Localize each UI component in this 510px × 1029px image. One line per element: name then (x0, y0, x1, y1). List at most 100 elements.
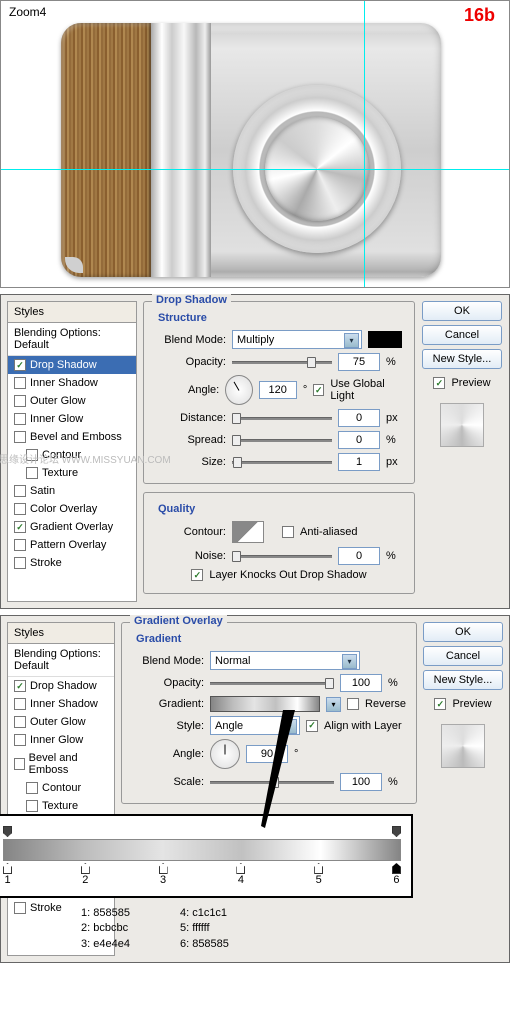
distance-slider[interactable] (232, 410, 332, 426)
ok-button[interactable]: OK (423, 622, 503, 642)
checkbox-icon[interactable] (14, 485, 26, 497)
layer-style-dialog-gradient: Styles Blending Options: Default Drop Sh… (0, 615, 510, 963)
blending-options[interactable]: Blending Options: Default (8, 323, 136, 356)
style-pattern-overlay[interactable]: Pattern Overlay (8, 536, 136, 554)
noise-slider[interactable] (232, 548, 332, 564)
color-stop[interactable]: 4 (236, 863, 245, 886)
label: Opacity: (132, 677, 204, 689)
scale-input[interactable]: 100 (340, 773, 382, 791)
style-inner-shadow[interactable]: Inner Shadow (8, 374, 136, 392)
style-texture[interactable]: Texture (8, 464, 136, 482)
size-input[interactable]: 1 (338, 453, 380, 471)
color-stop[interactable]: 3 (159, 863, 168, 886)
cancel-button[interactable]: Cancel (422, 325, 502, 345)
global-light-checkbox[interactable] (313, 384, 324, 396)
opacity-stop-icon[interactable] (392, 826, 401, 837)
checkbox-icon[interactable] (14, 539, 26, 551)
checkbox-icon[interactable] (14, 521, 26, 533)
antialias-checkbox[interactable] (282, 526, 294, 538)
style-bevel-emboss[interactable]: Bevel and Emboss (8, 749, 114, 779)
label: Gradient: (132, 698, 204, 710)
gradient-picker[interactable] (210, 696, 320, 712)
style-inner-glow[interactable]: Inner Glow (8, 410, 136, 428)
group-title: Gradient Overlay (130, 615, 227, 627)
spread-input[interactable]: 0 (338, 431, 380, 449)
chevron-down-icon[interactable]: ▾ (326, 697, 341, 712)
style-drop-shadow[interactable]: Drop Shadow (8, 677, 114, 695)
blend-mode-select[interactable]: Normal▾ (210, 651, 360, 670)
style-outer-glow[interactable]: Outer Glow (8, 713, 114, 731)
gradient-editor[interactable]: 1 2 3 4 5 6 (0, 814, 413, 898)
preview-checkbox[interactable] (433, 377, 445, 389)
checkbox-icon[interactable] (14, 758, 25, 770)
style-contour[interactable]: Contour (8, 779, 114, 797)
style-inner-shadow[interactable]: Inner Shadow (8, 695, 114, 713)
checkbox-icon[interactable] (14, 902, 26, 914)
contour-picker[interactable] (232, 521, 264, 543)
watermark: 思缘设计论坛 WWW.MISSYUAN.COM (0, 451, 171, 466)
label: Opacity: (154, 356, 226, 368)
label: Style: (132, 720, 204, 732)
angle-input[interactable]: 120 (259, 381, 297, 399)
checkbox-icon[interactable] (14, 503, 26, 515)
opacity-slider[interactable] (210, 675, 334, 691)
new-style-button[interactable]: New Style... (423, 670, 503, 690)
ok-button[interactable]: OK (422, 301, 502, 321)
color-stop[interactable]: 6 (392, 863, 401, 886)
checkbox-icon[interactable] (14, 395, 26, 407)
spread-slider[interactable] (232, 432, 332, 448)
label: Blend Mode: (154, 334, 226, 346)
opacity-slider[interactable] (232, 354, 332, 370)
checkbox-icon[interactable] (14, 431, 26, 443)
checkbox-icon[interactable] (14, 377, 26, 389)
reverse-checkbox[interactable] (347, 698, 359, 710)
knockout-checkbox[interactable] (191, 569, 203, 581)
blend-mode-select[interactable]: Multiply▾ (232, 330, 362, 349)
style-color-overlay[interactable]: Color Overlay (8, 500, 136, 518)
checkbox-icon[interactable] (14, 359, 26, 371)
opacity-stop-icon[interactable] (3, 826, 12, 837)
gradient-label: Gradient (136, 633, 406, 645)
checkbox-icon[interactable] (14, 734, 26, 746)
gradient-strip[interactable] (3, 839, 401, 861)
color-stop[interactable]: 5 (314, 863, 323, 886)
style-texture[interactable]: Texture (8, 797, 114, 815)
color-codes: 1: 8585852: bcbcbc3: e4e4e4 4: c1c1c15: … (81, 906, 417, 952)
angle-dial[interactable] (225, 375, 252, 405)
checkbox-icon[interactable] (26, 467, 38, 479)
style-stroke[interactable]: Stroke (8, 554, 136, 572)
opacity-input[interactable]: 100 (340, 674, 382, 692)
style-drop-shadow[interactable]: Drop Shadow (8, 356, 136, 374)
checkbox-icon[interactable] (14, 680, 26, 692)
preview-swatch (440, 403, 484, 447)
blending-options[interactable]: Blending Options: Default (8, 644, 114, 677)
cancel-button[interactable]: Cancel (423, 646, 503, 666)
size-slider[interactable] (232, 454, 332, 470)
noise-input[interactable]: 0 (338, 547, 380, 565)
style-inner-glow[interactable]: Inner Glow (8, 731, 114, 749)
color-swatch[interactable] (368, 331, 402, 348)
preview-checkbox[interactable] (434, 698, 446, 710)
color-stop[interactable]: 1 (3, 863, 12, 886)
style-bevel-emboss[interactable]: Bevel and Emboss (8, 428, 136, 446)
new-style-button[interactable]: New Style... (422, 349, 502, 369)
angle-input[interactable]: 90 (246, 745, 288, 763)
checkbox-icon[interactable] (14, 698, 26, 710)
scale-slider[interactable] (210, 774, 334, 790)
gradient-style-select[interactable]: Angle▾ (210, 716, 300, 735)
checkbox-icon[interactable] (14, 557, 26, 569)
opacity-input[interactable]: 75 (338, 353, 380, 371)
style-satin[interactable]: Satin (8, 482, 136, 500)
angle-dial[interactable] (210, 739, 240, 769)
distance-input[interactable]: 0 (338, 409, 380, 427)
color-stop[interactable]: 2 (81, 863, 90, 886)
chevron-down-icon: ▾ (344, 333, 359, 348)
checkbox-icon[interactable] (14, 413, 26, 425)
style-gradient-overlay[interactable]: Gradient Overlay (8, 518, 136, 536)
style-outer-glow[interactable]: Outer Glow (8, 392, 136, 410)
checkbox-icon[interactable] (14, 716, 26, 728)
checkbox-icon[interactable] (26, 782, 38, 794)
checkbox-icon[interactable] (26, 800, 38, 812)
align-checkbox[interactable] (306, 720, 318, 732)
chevron-down-icon: ▾ (282, 719, 297, 734)
